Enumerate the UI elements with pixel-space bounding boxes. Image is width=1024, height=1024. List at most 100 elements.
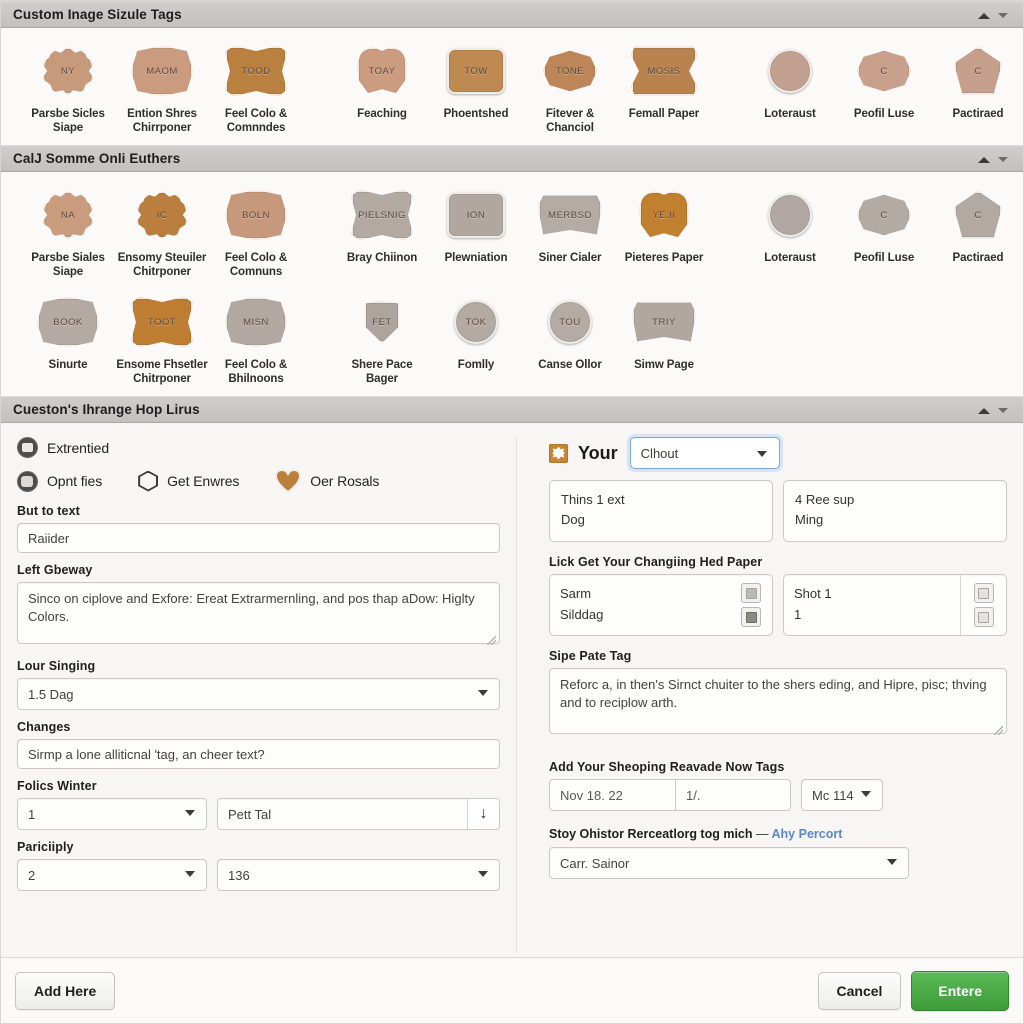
- pariciiply-select-b-wrap: 136: [217, 859, 500, 891]
- tag-label: Feel Colo & Comnndes: [224, 108, 288, 134]
- lour-singing-select[interactable]: 1.5 Dag: [17, 678, 500, 710]
- tag-item[interactable]: NA Parsbe Siales Siape: [21, 186, 115, 279]
- tag-item[interactable]: TOK Fomlly: [429, 293, 523, 372]
- stoy-hint-text: Stoy Ohistor Rerceatlorg tog mich: [549, 827, 753, 841]
- tag-item[interactable]: TOAY Feaching: [335, 42, 429, 121]
- chevron-down-icon[interactable]: [995, 402, 1011, 418]
- tag-item[interactable]: Loteraust: [743, 42, 837, 121]
- tag-item[interactable]: Loteraust: [743, 186, 837, 265]
- section-header-custom-image-tags[interactable]: Custom Inage Sizule Tags: [1, 1, 1023, 28]
- info-card[interactable]: Thins 1 ext Dog: [549, 480, 773, 542]
- tag-item[interactable]: MERBSD Siner Cialer: [523, 186, 617, 265]
- checkbox-icon[interactable]: [973, 583, 994, 603]
- section-title: Cueston's Ihrange Hop Lirus: [13, 402, 200, 417]
- stoy-hint-link[interactable]: Ahy Percort: [772, 827, 843, 841]
- left-gbeway-textarea[interactable]: Sinco on ciplove and Exfore: Ereat Extra…: [17, 582, 500, 644]
- tag-swatch-wrap: C: [954, 42, 1002, 100]
- tag-item[interactable]: TOU Canse Ollor: [523, 293, 617, 372]
- tag-label: Loteraust: [764, 252, 816, 264]
- split-card-row: Sarm Silddag Shot 1 1: [549, 574, 1007, 636]
- tag-item[interactable]: FET Shere Pace Bager: [335, 293, 429, 386]
- checkbox-icon[interactable]: [973, 607, 994, 627]
- tag-item[interactable]: MAOM Ention Shres Chirrponer: [115, 42, 209, 135]
- tag-item[interactable]: C Pactiraed: [931, 186, 1023, 265]
- tag-label: Feel Colo & Bhilnoons: [224, 359, 288, 385]
- tag-item[interactable]: TRIY Simw Page: [617, 293, 711, 372]
- tag-item[interactable]: ION Plewniation: [429, 186, 523, 265]
- folics-winter-select[interactable]: 1: [17, 798, 207, 830]
- split-card-sarm[interactable]: Sarm Silddag: [549, 574, 773, 636]
- tag-swatch-wrap: MISN: [225, 293, 287, 351]
- note-icon[interactable]: [741, 583, 761, 603]
- tag-swatch-wrap: BOLN: [225, 186, 287, 244]
- pariciiply-select-b[interactable]: 136: [217, 859, 500, 891]
- chevron-down-icon[interactable]: [995, 151, 1011, 167]
- dialog-window: Custom Inage Sizule Tags NY Parsbe Sicles…: [0, 0, 1024, 1024]
- chevron-down-icon[interactable]: [995, 7, 1011, 23]
- tag-label: Femall Paper: [628, 108, 700, 120]
- tag-shape-icon: C: [857, 194, 911, 236]
- chip-get-enwres[interactable]: Get Enwres: [138, 470, 239, 492]
- add-here-button[interactable]: Add Here: [15, 971, 116, 1010]
- arrow-down-icon[interactable]: ↓: [467, 799, 499, 829]
- section-header-call-some-others[interactable]: CalJ Somme Onli Euthers: [1, 145, 1023, 172]
- tag-item[interactable]: PIELSNIG Bray Chiinon: [335, 186, 429, 265]
- pariciiply-select-a[interactable]: 2: [17, 859, 207, 891]
- date-input[interactable]: Nov 18. 22: [549, 779, 675, 811]
- tag-swatch-wrap: [768, 42, 812, 100]
- folics-winter-stepper[interactable]: Pett Tal ↓: [217, 798, 500, 830]
- split-card-shot[interactable]: Shot 1 1: [783, 574, 1007, 636]
- tag-shape-icon: MAOM: [131, 46, 193, 96]
- info-card[interactable]: 4 Ree sup Ming: [783, 480, 1007, 542]
- tag-label: Pactiraed: [952, 108, 1004, 120]
- chip-oer-rosals[interactable]: Oer Rosals: [275, 469, 379, 493]
- tag-row: NA Parsbe Siales Siape IC Ensomy Steuiler C…: [21, 186, 1004, 279]
- tag-item[interactable]: BOLN Feel Colo & Comnuns: [209, 186, 303, 279]
- sipe-pate-textarea[interactable]: Reforc a, in then's Sirnct chuiter to th…: [549, 668, 1007, 734]
- tag-shape-icon: TOOT: [131, 297, 193, 347]
- tag-item[interactable]: C Peofil Luse: [837, 186, 931, 265]
- tag-swatch-wrap: BOOK: [37, 293, 99, 351]
- chevron-up-icon[interactable]: [976, 7, 992, 23]
- stoy-hint: Stoy Ohistor Rerceatlorg tog mich — Ahy …: [549, 827, 1007, 841]
- tag-item[interactable]: IC Ensomy Steuiler Chitrponer: [115, 186, 209, 279]
- date-select[interactable]: Mc 114: [801, 779, 883, 811]
- tag-swatch-wrap: TOOD: [225, 42, 287, 100]
- your-select[interactable]: Clhout: [629, 437, 780, 469]
- enter-button[interactable]: Entere: [911, 970, 1009, 1011]
- split-card-controls: [730, 575, 772, 635]
- date-qty-input[interactable]: 1/.: [675, 779, 791, 811]
- tag-item[interactable]: MISN Feel Colo & Bhilnoons: [209, 293, 303, 386]
- chip-opnt-fies[interactable]: Opnt fies: [17, 470, 102, 492]
- changes-label: Changes: [17, 720, 71, 734]
- but-to-text-input[interactable]: [17, 523, 500, 553]
- tag-label: Ention Shres Chirrponer: [127, 108, 197, 134]
- tag-label: Simw Page: [634, 359, 694, 371]
- cancel-button[interactable]: Cancel: [817, 971, 902, 1010]
- tag-shape-icon: NY: [42, 47, 94, 95]
- tag-item[interactable]: YE.II Pieteres Paper: [617, 186, 711, 265]
- tag-item[interactable]: TOW Phoentshed: [429, 42, 523, 121]
- tag-item[interactable]: TONE Fitever & Chanciol: [523, 42, 617, 135]
- chevron-up-icon[interactable]: [976, 151, 992, 167]
- tag-item[interactable]: C Pactiraed: [931, 42, 1023, 121]
- tag-item[interactable]: MOSIS Femall Paper: [617, 42, 711, 121]
- tag-item[interactable]: TOOT Ensome Fhsetler Chitrponer: [115, 293, 209, 386]
- folics-winter-row: 1 Pett Tal ↓: [17, 798, 500, 830]
- tag-item[interactable]: C Peofil Luse: [837, 42, 931, 121]
- tag-item[interactable]: NY Parsbe Sicles Siape: [21, 42, 115, 135]
- your-label: Your: [578, 442, 618, 463]
- tag-shape-icon: C: [954, 191, 1002, 239]
- chip-extrentied[interactable]: Extrentied: [17, 437, 109, 458]
- tag-item[interactable]: BOOK Sinurte: [21, 293, 115, 372]
- pariciiply-row: 2 136: [17, 859, 500, 891]
- changes-input[interactable]: [17, 739, 500, 769]
- tag-label: Ensomy Steuiler Chitrponer: [117, 252, 207, 278]
- pariciiply-label: Pariciiply: [17, 840, 74, 854]
- carr-select[interactable]: Carr. Sainor: [549, 847, 909, 879]
- chevron-up-icon[interactable]: [976, 402, 992, 418]
- note-filled-icon[interactable]: [741, 607, 761, 627]
- tag-item[interactable]: TOOD Feel Colo & Comnndes: [209, 42, 303, 135]
- tag-swatch-wrap: TOU: [548, 293, 592, 351]
- section-header-custom-range[interactable]: Cueston's Ihrange Hop Lirus: [1, 396, 1023, 423]
